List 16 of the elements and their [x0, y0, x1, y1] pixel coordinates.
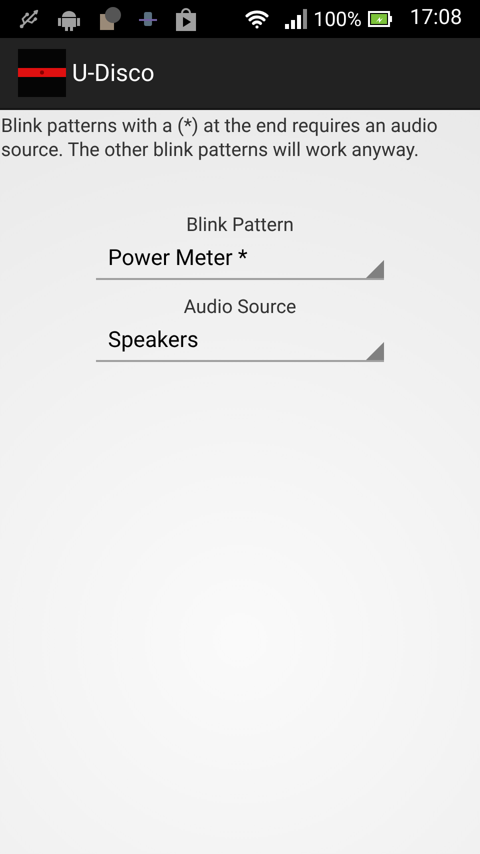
clock: 17:08 — [410, 5, 462, 32]
app-logo-icon — [18, 49, 66, 97]
spinner-label: Audio Source — [184, 294, 296, 320]
dropdown[interactable]: Power Meter * — [96, 240, 384, 280]
usb-icon — [18, 8, 40, 30]
dropdown-corner-icon — [366, 342, 384, 360]
signal-icon — [285, 9, 308, 29]
app-title: U-Disco — [72, 58, 154, 89]
spinner-label: Blink Pattern — [186, 212, 294, 238]
notification-icon — [98, 6, 122, 32]
battery-percent: 100% — [313, 6, 362, 33]
battery-charging-icon — [368, 10, 392, 28]
intro-text: Blink patterns with a (*) at the end requires an audio source. The other blink patterns will work anyway. — [0, 113, 439, 162]
play-store-icon — [174, 6, 198, 32]
dropdown[interactable]: Speakers — [96, 322, 384, 362]
dropdown-corner-icon — [366, 260, 384, 278]
